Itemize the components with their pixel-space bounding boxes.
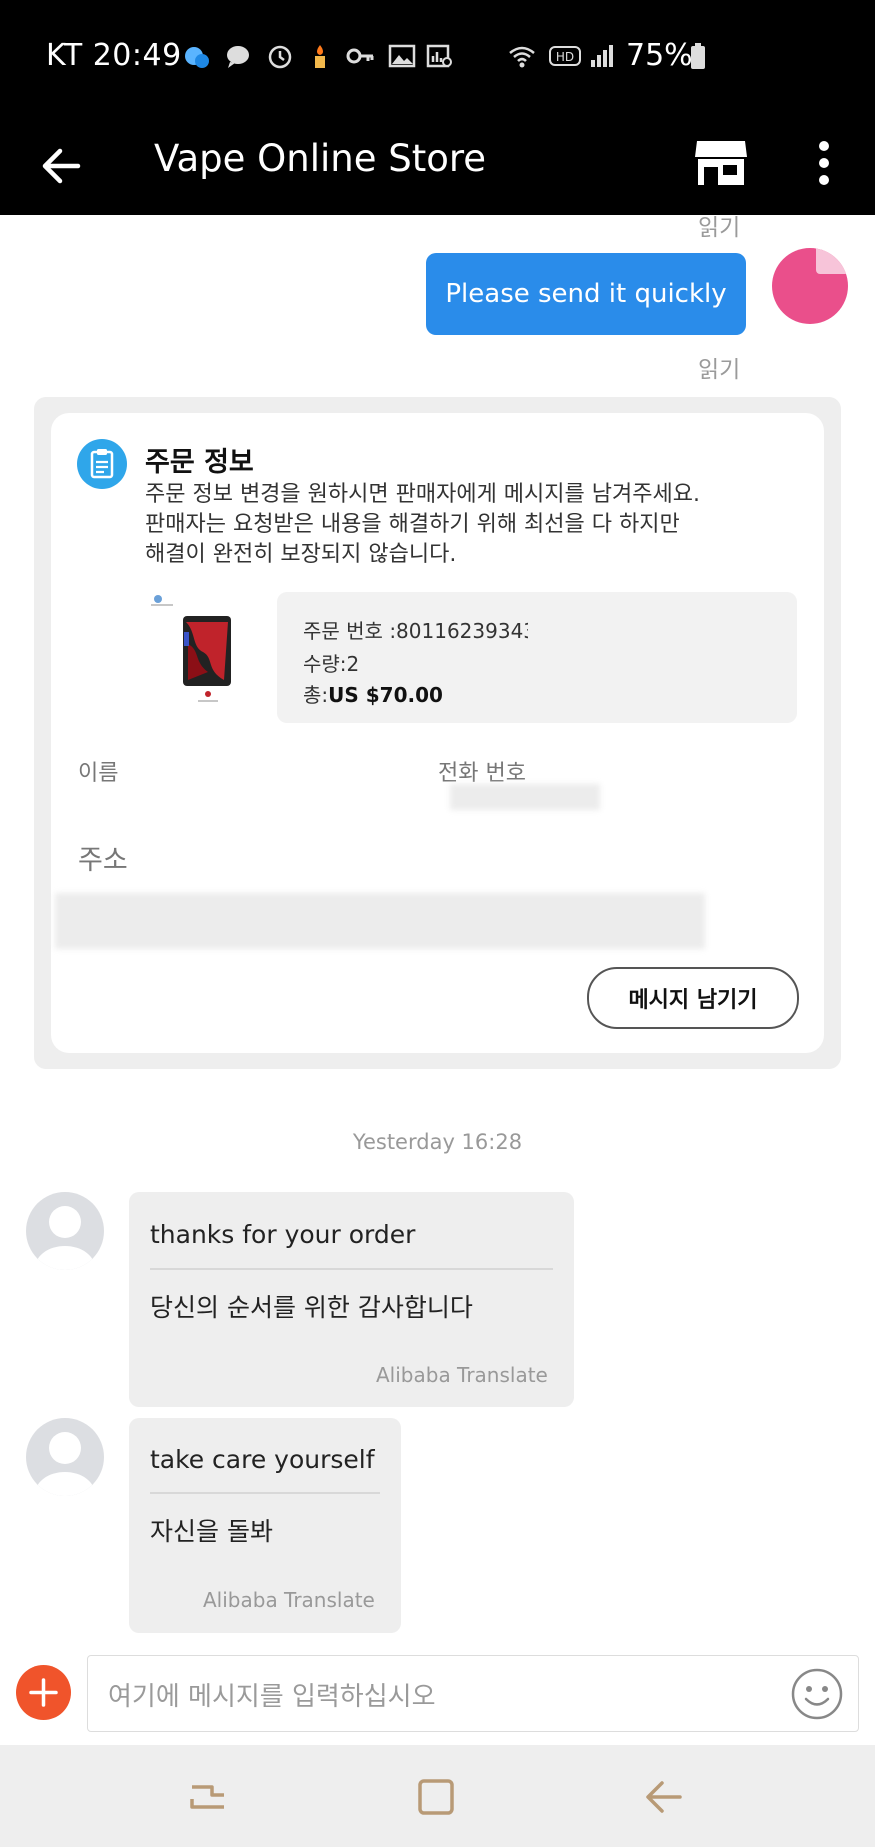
app-bar: Vape Online Store <box>0 115 875 215</box>
phone-label: 전화 번호 <box>438 761 526 786</box>
status-bar: KT 20:49 HD 75% <box>0 0 875 115</box>
address-label: 주소 <box>78 845 128 876</box>
address-value-redacted <box>55 893 705 949</box>
carrier-time: KT 20:49 <box>46 38 182 73</box>
hd-icon: HD <box>549 46 581 66</box>
cloud-icon <box>185 47 209 68</box>
vape-mod-image <box>151 595 231 702</box>
home-icon[interactable] <box>414 1775 458 1819</box>
wifi-icon <box>509 46 535 68</box>
translation-source: Alibaba Translate <box>376 1363 548 1387</box>
clipboard-icon <box>77 439 127 489</box>
received-message-text: take care yourself <box>150 1445 375 1474</box>
bubble-divider <box>150 1268 553 1270</box>
phone-value-redacted <box>450 784 600 810</box>
plus-icon[interactable] <box>16 1665 71 1720</box>
order-info-title: 주문 정보 <box>145 447 254 478</box>
translated-message-text: 당신의 순서를 위한 감사합니다 <box>150 1293 473 1322</box>
bubble-divider <box>150 1492 380 1494</box>
order-number: 주문 번호 :80116239343 <box>303 619 528 643</box>
chat-bubble-icon <box>227 46 249 68</box>
store-icon[interactable] <box>693 135 749 191</box>
order-info-description: 주문 정보 변경을 원하시면 판매자에게 메시지를 남겨주세요. 판매자는 요청… <box>145 482 700 567</box>
signal-icon <box>591 45 613 67</box>
user-avatar[interactable] <box>772 248 848 324</box>
sent-message-text: Please send it quickly <box>445 279 727 309</box>
image-icon <box>388 44 416 68</box>
message-input-placeholder: 여기에 메시지를 입력하십시오 <box>108 1682 436 1712</box>
candle-icon <box>315 45 325 68</box>
read-status: 읽기 <box>698 357 741 383</box>
battery-icon <box>691 43 705 69</box>
back-arrow-icon[interactable] <box>38 143 84 189</box>
leave-message-button[interactable]: 메시지 남기기 <box>587 967 799 1029</box>
product-image[interactable] <box>148 592 268 723</box>
order-total: 총:US $70.00 <box>303 683 443 707</box>
smiley-icon[interactable] <box>790 1667 844 1721</box>
translation-source: Alibaba Translate <box>203 1588 375 1612</box>
navigation-bar <box>0 1745 875 1847</box>
read-status: 읽기 <box>698 215 741 241</box>
message-timestamp: Yesterday 16:28 <box>352 1130 523 1154</box>
recent-apps-icon[interactable] <box>186 1775 230 1819</box>
sent-message-bubble[interactable]: Please send it quickly <box>426 253 746 335</box>
seller-avatar[interactable] <box>26 1192 104 1270</box>
svg-text:HD: HD <box>556 50 574 64</box>
name-label: 이름 <box>78 761 119 786</box>
chart-search-icon <box>426 44 452 68</box>
key-icon <box>346 48 374 64</box>
default-avatar-icon <box>35 1206 95 1270</box>
back-icon[interactable] <box>642 1775 686 1819</box>
default-avatar-icon <box>35 1432 95 1496</box>
battery-level: 75% <box>626 38 693 73</box>
order-quantity: 수량:2 <box>303 652 360 676</box>
received-message-text: thanks for your order <box>150 1220 416 1249</box>
alarm-icon <box>268 45 292 69</box>
store-title: Vape Online Store <box>154 137 487 180</box>
more-vert-icon[interactable] <box>810 135 838 191</box>
translated-message-text: 자신을 돌봐 <box>150 1517 273 1546</box>
seller-avatar[interactable] <box>26 1418 104 1496</box>
